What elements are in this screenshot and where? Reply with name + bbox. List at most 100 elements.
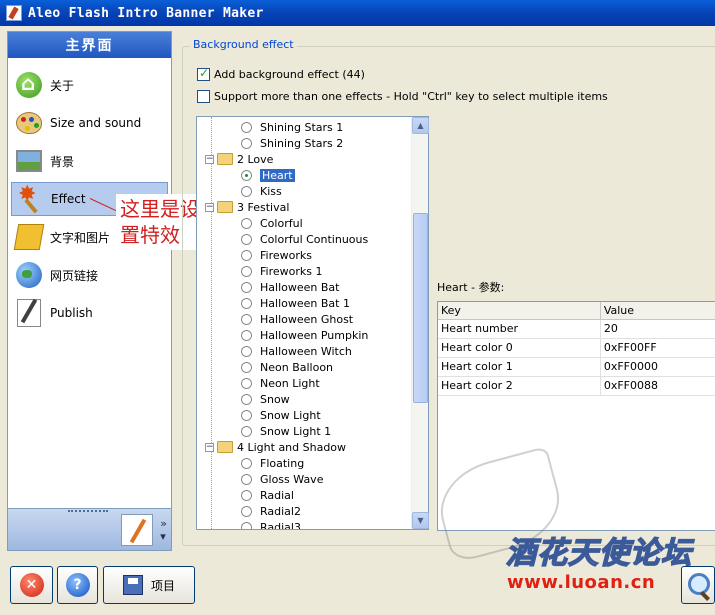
tree-item[interactable]: Shining Stars 1 bbox=[241, 119, 343, 135]
tree-item[interactable]: Snow bbox=[241, 391, 290, 407]
tree-label: 3 Festival bbox=[237, 200, 290, 214]
globe-icon bbox=[16, 262, 42, 288]
tree-item[interactable]: Neon Light bbox=[241, 375, 320, 391]
tree-item[interactable]: Colorful Continuous bbox=[241, 231, 368, 247]
tree-guide-line bbox=[211, 117, 212, 529]
table-row[interactable]: Heart number 20 bbox=[438, 320, 715, 339]
sidebar-item-publish[interactable]: Publish bbox=[11, 296, 168, 330]
sidebar: 主界面 关于 Size and sound 背景 Effect 文字和图片 网页… bbox=[7, 31, 172, 551]
radio-icon[interactable] bbox=[241, 233, 252, 245]
column-header-key[interactable]: Key bbox=[438, 302, 601, 319]
param-key: Heart color 1 bbox=[438, 358, 601, 376]
tree-group[interactable]: − 2 Love bbox=[205, 151, 273, 167]
tree-item[interactable]: Radial3 bbox=[241, 519, 301, 529]
window-title: Aleo Flash Intro Banner Maker bbox=[28, 5, 264, 21]
radio-icon[interactable] bbox=[241, 425, 252, 437]
radio-icon[interactable] bbox=[241, 329, 252, 341]
sidebar-item-about[interactable]: 关于 bbox=[11, 68, 168, 102]
tree-group[interactable]: − 3 Festival bbox=[205, 199, 289, 215]
radio-icon[interactable] bbox=[241, 313, 252, 325]
chevron-more-icon[interactable]: » ▾ bbox=[160, 517, 167, 543]
radio-icon[interactable] bbox=[241, 505, 252, 517]
tree-item[interactable]: Heart bbox=[241, 167, 295, 183]
effect-tree[interactable]: Shining Stars 1 Shining Stars 2 − 2 Love Hea… bbox=[196, 116, 429, 530]
close-button[interactable]: ✕ bbox=[10, 566, 53, 604]
publish-icon bbox=[17, 299, 41, 327]
radio-icon[interactable] bbox=[241, 185, 252, 197]
collapse-icon[interactable]: − bbox=[205, 202, 214, 212]
table-header: Key Value bbox=[438, 302, 715, 320]
collapse-icon[interactable]: − bbox=[205, 154, 214, 164]
tree-label: Snow Light 1 bbox=[260, 424, 332, 438]
add-background-effect-checkbox[interactable]: Add background effect (44) bbox=[197, 66, 365, 81]
multiple-effects-checkbox[interactable]: Support more than one effects - Hold "Ct… bbox=[197, 90, 608, 103]
project-button[interactable]: 项目 bbox=[103, 566, 195, 604]
param-value[interactable]: 20 bbox=[601, 320, 715, 338]
tree-item[interactable]: Fireworks 1 bbox=[241, 263, 322, 279]
tree-item[interactable]: Halloween Bat bbox=[241, 279, 339, 295]
tree-item[interactable]: Halloween Pumpkin bbox=[241, 327, 368, 343]
radio-icon[interactable] bbox=[241, 169, 252, 181]
sidebar-item-label: 关于 bbox=[50, 78, 75, 93]
column-header-value[interactable]: Value bbox=[601, 302, 715, 319]
param-value[interactable]: 0xFF0088 bbox=[601, 377, 715, 395]
tree-item[interactable]: Gloss Wave bbox=[241, 471, 323, 487]
tree-item[interactable]: Floating bbox=[241, 455, 304, 471]
radio-icon[interactable] bbox=[241, 281, 252, 293]
tree-item[interactable]: Snow Light bbox=[241, 407, 321, 423]
tree-item[interactable]: Snow Light 1 bbox=[241, 423, 331, 439]
tree-item[interactable]: Shining Stars 2 bbox=[241, 135, 343, 151]
radio-icon[interactable] bbox=[241, 489, 252, 501]
radio-icon[interactable] bbox=[241, 521, 252, 529]
table-row[interactable]: Heart color 2 0xFF0088 bbox=[438, 377, 715, 396]
tree-label: Shining Stars 2 bbox=[260, 136, 344, 150]
tree-item[interactable]: Halloween Witch bbox=[241, 343, 352, 359]
pencil-icon[interactable] bbox=[121, 514, 153, 546]
scroll-thumb[interactable] bbox=[413, 213, 428, 403]
checkbox-checked[interactable] bbox=[197, 66, 210, 81]
radio-icon[interactable] bbox=[241, 457, 252, 469]
radio-icon[interactable] bbox=[241, 121, 252, 133]
radio-icon[interactable] bbox=[241, 137, 252, 149]
sidebar-item-web-link[interactable]: 网页链接 bbox=[11, 258, 168, 292]
checkbox-unchecked[interactable] bbox=[197, 90, 210, 103]
table-row[interactable]: Heart color 1 0xFF0000 bbox=[438, 358, 715, 377]
radio-icon[interactable] bbox=[241, 409, 252, 421]
radio-icon[interactable] bbox=[241, 393, 252, 405]
tree-label: Neon Light bbox=[260, 376, 320, 390]
tree-item[interactable]: Fireworks bbox=[241, 247, 312, 263]
checkbox-label: Add background effect (44) bbox=[214, 68, 365, 81]
scroll-down-arrow-icon[interactable]: ▼ bbox=[412, 512, 429, 529]
tree-item[interactable]: Kiss bbox=[241, 183, 282, 199]
sidebar-item-size-and-sound[interactable]: Size and sound bbox=[11, 106, 168, 140]
help-button[interactable]: ? bbox=[57, 566, 98, 604]
tree-label: Fireworks 1 bbox=[260, 264, 323, 278]
table-row[interactable]: Heart color 0 0xFF00FF bbox=[438, 339, 715, 358]
tree-scrollbar[interactable]: ▲ ▼ bbox=[411, 117, 429, 529]
sidebar-item-background[interactable]: 背景 bbox=[11, 144, 168, 178]
tree-item[interactable]: Neon Balloon bbox=[241, 359, 333, 375]
radio-icon[interactable] bbox=[241, 249, 252, 261]
radio-icon[interactable] bbox=[241, 297, 252, 309]
scroll-up-arrow-icon[interactable]: ▲ bbox=[412, 117, 429, 134]
sidebar-item-label: 文字和图片 bbox=[50, 230, 111, 245]
radio-icon[interactable] bbox=[241, 377, 252, 389]
param-value[interactable]: 0xFF0000 bbox=[601, 358, 715, 376]
tree-item[interactable]: Radial2 bbox=[241, 503, 301, 519]
radio-icon[interactable] bbox=[241, 361, 252, 373]
radio-icon[interactable] bbox=[241, 217, 252, 229]
tree-item[interactable]: Colorful bbox=[241, 215, 303, 231]
radio-icon[interactable] bbox=[241, 345, 252, 357]
tree-label: Halloween Bat bbox=[260, 280, 340, 294]
radio-icon[interactable] bbox=[241, 265, 252, 277]
tree-item[interactable]: Halloween Bat 1 bbox=[241, 295, 350, 311]
tree-item[interactable]: Halloween Ghost bbox=[241, 311, 353, 327]
radio-icon[interactable] bbox=[241, 473, 252, 485]
tree-group[interactable]: − 4 Light and Shadow bbox=[205, 439, 346, 455]
preview-search-button[interactable] bbox=[681, 566, 715, 604]
tree-item[interactable]: Radial bbox=[241, 487, 294, 503]
splitter-grip[interactable] bbox=[68, 510, 108, 513]
param-value[interactable]: 0xFF00FF bbox=[601, 339, 715, 357]
collapse-icon[interactable]: − bbox=[205, 442, 214, 452]
title-bar: Aleo Flash Intro Banner Maker bbox=[0, 0, 715, 26]
